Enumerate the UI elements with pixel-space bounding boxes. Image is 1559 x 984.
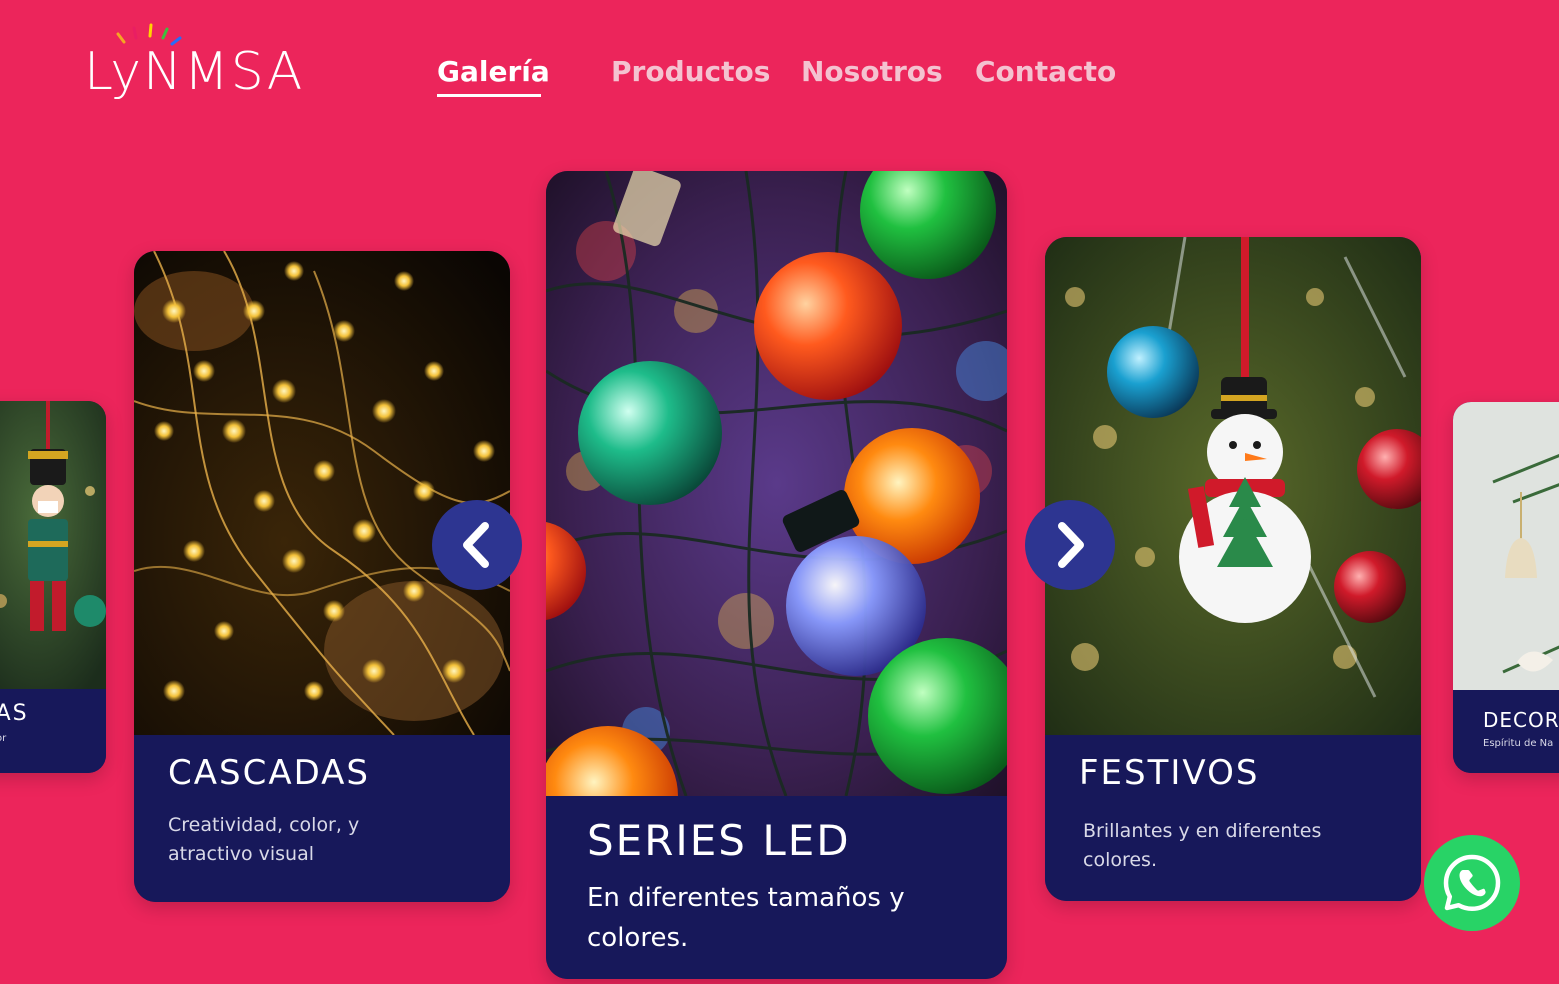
carousel-card-decor[interactable]: DECOR Espíritu de Na xyxy=(1453,402,1559,773)
card-title: ADAS xyxy=(0,701,29,726)
card-title: CASCADAS xyxy=(168,753,371,793)
card-caption: SERIES LED En diferentes tamaños y color… xyxy=(546,796,1007,979)
card-caption: DECOR Espíritu de Na xyxy=(1453,690,1559,773)
carousel-prev-button[interactable] xyxy=(432,500,522,590)
nav-active-underline xyxy=(437,94,541,97)
nav-item-galeria[interactable]: Galería xyxy=(437,50,550,97)
nav-item-label: Productos xyxy=(611,55,771,88)
nav-item-label: Contacto xyxy=(975,55,1117,88)
card-title: SERIES LED xyxy=(587,816,851,865)
card-description: En diferentes tamaños y colores. xyxy=(587,883,905,953)
card-title: DECOR xyxy=(1483,708,1559,732)
card-description: Brillantes y en diferentes colores. xyxy=(1083,820,1322,871)
carousel-card-nutcracker[interactable]: ADAS or xyxy=(0,401,106,773)
whatsapp-icon xyxy=(1443,854,1501,912)
card-caption: ADAS or xyxy=(0,689,106,773)
nav-item-productos[interactable]: Productos xyxy=(611,50,770,94)
snowman-ornament-image xyxy=(1045,237,1421,735)
chevron-right-icon xyxy=(1058,522,1084,568)
nutcracker-ornament-image xyxy=(0,401,106,689)
nav-item-label: Galería xyxy=(437,55,550,88)
nav-item-contacto[interactable]: Contacto xyxy=(975,50,1116,94)
bell-ornament-image xyxy=(1453,402,1559,690)
nav-item-nosotros[interactable]: Nosotros xyxy=(801,50,943,94)
card-description: Espíritu de Na xyxy=(1483,738,1554,749)
carousel-card-series-led[interactable]: SERIES LED En diferentes tamaños y color… xyxy=(546,171,1007,979)
brand-logo[interactable]: LyNMSA xyxy=(84,20,304,104)
card-caption: FESTIVOS Brillantes y en diferentes colo… xyxy=(1045,735,1421,901)
card-description: Creatividad, color, y atractivo visual xyxy=(168,814,360,865)
led-bulbs-image xyxy=(546,171,1007,796)
nav-item-label: Nosotros xyxy=(801,55,943,88)
whatsapp-button[interactable] xyxy=(1424,835,1520,931)
string-lights-image xyxy=(134,251,510,735)
logo-wordmark: LyNMSA xyxy=(84,42,305,102)
card-caption: CASCADAS Creatividad, color, y atractivo… xyxy=(134,735,510,902)
card-title: FESTIVOS xyxy=(1079,753,1260,793)
chevron-left-icon xyxy=(463,522,489,568)
page: LyNMSA Galería Productos Nosotros Contac… xyxy=(0,0,1559,984)
card-description: or xyxy=(0,733,7,744)
carousel-next-button[interactable] xyxy=(1025,500,1115,590)
